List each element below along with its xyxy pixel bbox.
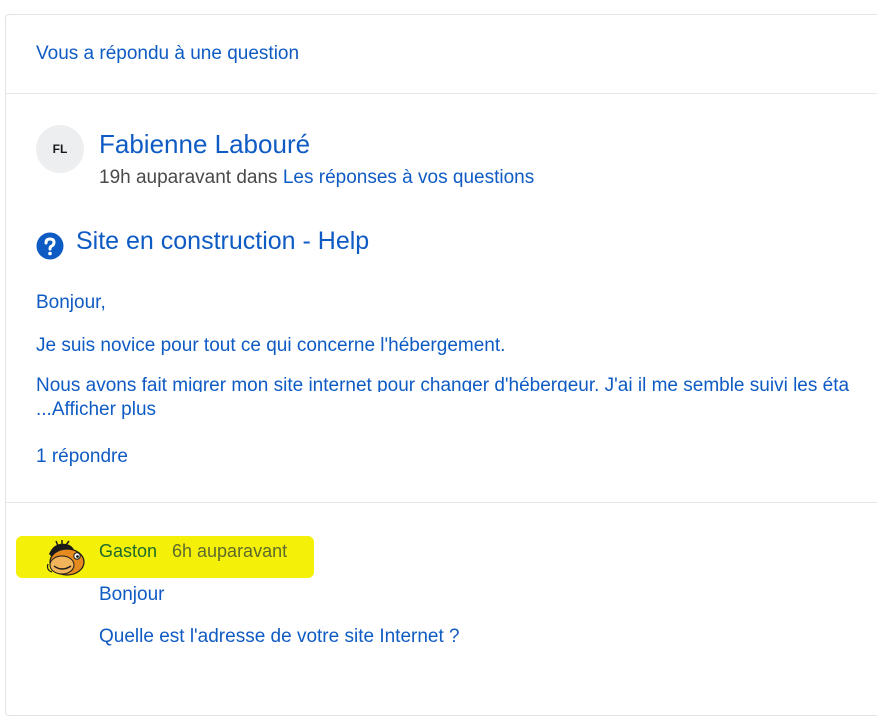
post-body-line: Bonjour,	[36, 292, 106, 313]
community-link[interactable]: Les réponses à vos questions	[283, 167, 534, 188]
post-body-line: Je suis novice pour tout ce qui concerne…	[36, 335, 506, 356]
notification-card: Vous a répondu à une question FL Fabienn…	[5, 14, 877, 716]
reply-count-link[interactable]: 1 répondre	[36, 446, 128, 468]
post-meta: 19h auparavant dans Les réponses à vos q…	[99, 167, 534, 189]
reply-body-line: Quelle est l'adresse de votre site Inter…	[99, 626, 460, 647]
divider	[6, 502, 877, 503]
post-body-text: Nous avons fait migrer mon site internet…	[36, 375, 850, 392]
post-body-line-truncated: Nous avons fait migrer mon site internet…	[36, 375, 877, 392]
reply-author-link[interactable]: Gaston	[99, 541, 157, 562]
question-title-link[interactable]: Site en construction - Help	[76, 227, 369, 256]
post-time: 19h auparavant dans	[99, 167, 278, 188]
divider	[6, 93, 877, 94]
show-more-link[interactable]: ...Afficher plus	[36, 399, 156, 421]
gaston-avatar-icon[interactable]	[44, 540, 90, 580]
author-avatar[interactable]: FL	[36, 125, 84, 173]
question-circle-icon	[36, 232, 64, 260]
author-name-link[interactable]: Fabienne Labouré	[99, 129, 310, 160]
reply-body-line: Bonjour	[99, 584, 165, 605]
notification-header[interactable]: Vous a répondu à une question	[36, 43, 299, 65]
reply-time: 6h auparavant	[172, 541, 288, 561]
